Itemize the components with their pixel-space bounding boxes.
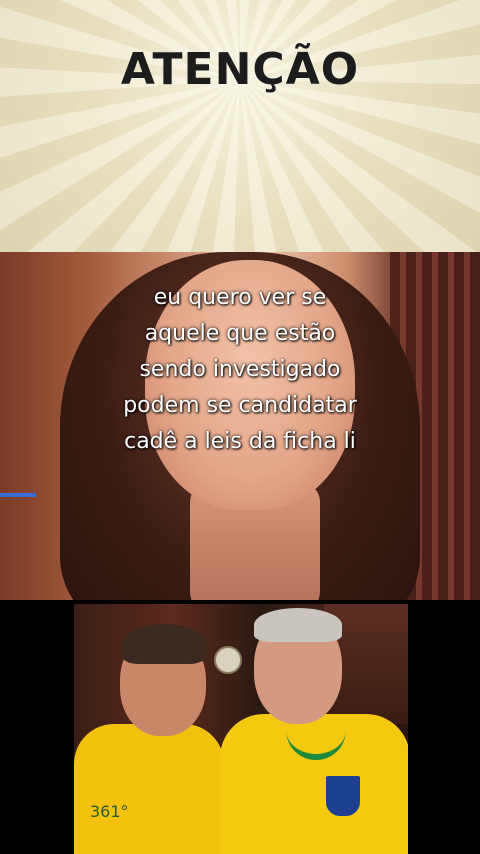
banner-title: ATENÇÃO: [120, 44, 360, 95]
caption-line: eu quero ver se: [153, 285, 327, 310]
video-caption: eu quero ver se aquele que estão sendo i…: [0, 280, 480, 460]
left-man-shirt: [74, 724, 224, 854]
wall-clock: [214, 646, 242, 674]
microphone-wire: [0, 493, 36, 497]
caption-line: podem se candidatar: [123, 393, 357, 418]
caption-line: sendo investigado: [139, 357, 341, 382]
speaker-video: eu quero ver se aquele que estão sendo i…: [0, 252, 480, 600]
caption-line: cadê a leis da ficha li: [124, 429, 356, 454]
photo-scene: 361°: [74, 604, 408, 854]
video-frame: ATENÇÃO eu quero ver se aquele que estão…: [0, 0, 480, 854]
shirt-brand-text: 361°: [90, 802, 129, 821]
left-man-hair: [122, 624, 206, 664]
attention-banner: ATENÇÃO: [0, 0, 480, 252]
right-man-hair: [254, 608, 342, 642]
two-men-photo: 361°: [0, 600, 480, 854]
caption-line: aquele que estão: [144, 321, 336, 346]
football-crest: [324, 774, 362, 818]
